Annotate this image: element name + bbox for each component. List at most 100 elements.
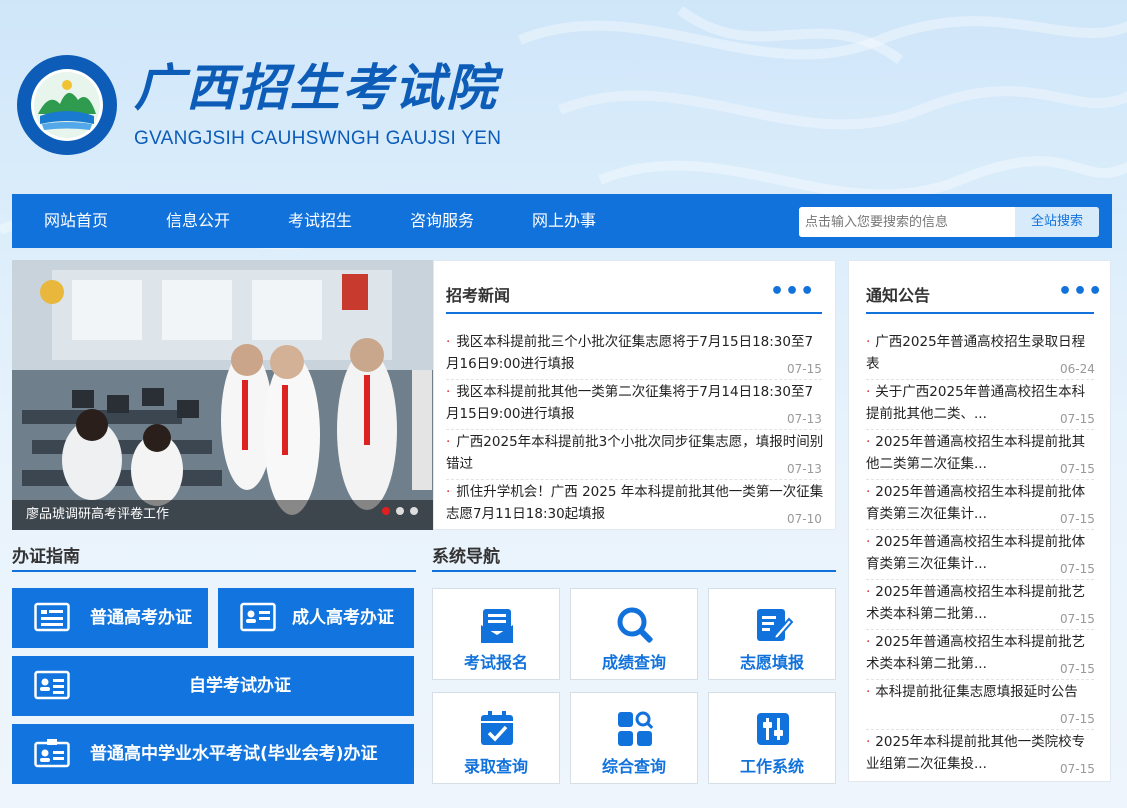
notice-more-button[interactable]: ••• [1058,281,1103,303]
notice-item-date: 06-24 [1060,362,1095,376]
guide-button-high-school[interactable]: 普通高中学业水平考试(毕业会考)办证 [12,724,414,784]
guide-button-label: 普通高中学业水平考试(毕业会考)办证 [90,744,378,764]
slider-dot-1[interactable] [382,507,390,515]
tile-work-system[interactable]: 工作系统 [708,692,836,784]
tile-volunteer-fill[interactable]: 志愿填报 [708,588,836,680]
news-panel-title: 招考新闻 [446,286,511,305]
nav-item-consulting[interactable]: 咨询服务 [410,194,474,248]
system-nav-rule [432,570,836,572]
notice-item-text: 2025年普通高校招生本科提前批体育类第三次征集计... [866,484,1086,522]
news-more-button[interactable]: ••• [770,281,815,303]
notice-panel-title: 通知公告 [866,286,931,305]
site-header: 广西招生考试院 GVANGJSIH CAUHSWNGH GAUJSI YEN [0,0,1127,190]
guide-button-gaokao[interactable]: 普通高考办证 [12,588,208,648]
guide-button-self-study[interactable]: 自学考试办证 [12,656,414,716]
tile-label: 综合查询 [601,757,666,776]
slide-caption-bar: 廖品琥调研高考评卷工作 [12,500,433,530]
news-item[interactable]: · 广西2025年本科提前批3个小批次同步征集志愿，填报时间别错过 [446,431,824,475]
divider [866,579,1094,580]
tile-label: 志愿填报 [739,653,804,672]
bullet-icon: · [866,384,871,400]
news-title-rule [446,312,822,314]
guide-button-adult[interactable]: 成人高考办证 [218,588,414,648]
bullet-icon: · [446,434,451,450]
notice-item-date: 07-15 [1060,662,1095,676]
notice-item-text: 2025年普通高校招生本科提前批艺术类本科第二批第... [866,584,1086,622]
search-score-icon [617,607,653,643]
sliders-icon [757,713,789,745]
news-item-text: 抓住升学机会！广西 2025 年本科提前批其他一类第一次征集志愿7月11日18:… [446,484,824,522]
tile-exam-registration[interactable]: 考试报名 [432,588,560,680]
guide-section-rule [12,570,416,572]
notice-item-date: 07-15 [1060,612,1095,626]
bullet-icon: · [866,584,871,600]
tile-label: 工作系统 [739,757,804,776]
news-slider[interactable]: 廖品琥调研高考评卷工作 [12,260,433,530]
bullet-icon: · [866,434,871,450]
search-input[interactable] [799,207,1015,237]
divider [446,479,822,480]
bullet-icon: · [446,334,451,350]
news-item[interactable]: · 我区本科提前批三个小批次征集志愿将于7月15日18:30至7月16日9:00进… [446,331,824,375]
site-subtitle: GVANGJSIH CAUHSWNGH GAUJSI YEN [134,128,502,149]
id-card-icon [34,670,70,700]
notice-item-text: 2025年普通高校招生本科提前批体育类第三次征集计... [866,534,1086,572]
notice-item-date: 07-15 [1060,512,1095,526]
news-item-date: 07-10 [787,512,822,526]
registration-icon [481,609,513,643]
divider [866,479,1094,480]
slide-photo [12,260,433,530]
badge-icon [34,739,70,768]
guide-button-label: 普通高考办证 [90,608,192,628]
bullet-icon: · [866,484,871,500]
nav-item-online-services[interactable]: 网上办事 [532,194,596,248]
calendar-check-icon [481,711,513,745]
bullet-icon: · [446,484,451,500]
bullet-icon: · [866,634,871,650]
site-title: 广西招生考试院 [134,58,498,117]
divider [866,429,1094,430]
slider-dot-2[interactable] [396,507,404,515]
notice-item-text: 关于广西2025年普通高校招生本科提前批其他二类、... [866,384,1086,422]
id-card-icon [240,602,276,632]
divider [446,429,822,430]
bullet-icon: · [866,684,871,700]
search-button[interactable]: 全站搜索 [1015,207,1099,237]
notice-item-date: 07-15 [1060,712,1095,726]
nav-item-exam-admission[interactable]: 考试招生 [288,194,352,248]
divider [866,729,1094,730]
guide-section-title: 办证指南 [12,547,80,567]
guide-button-label: 成人高考办证 [292,608,394,628]
tile-admission-query[interactable]: 录取查询 [432,692,560,784]
form-edit-icon [757,609,793,641]
notice-item-text: 广西2025年普通高校招生录取日程表 [866,334,1086,372]
slider-dot-3[interactable] [410,507,418,515]
notice-item-text: 2025年本科提前批其他一类院校专业组第二次征集投... [866,734,1086,772]
system-nav-title: 系统导航 [432,547,500,567]
bullet-icon: · [446,384,451,400]
tile-label: 成绩查询 [601,653,666,672]
tile-label: 考试报名 [463,653,528,672]
news-item-text: 我区本科提前批三个小批次征集志愿将于7月15日18:30至7月16日9:00进行… [446,334,814,372]
tile-comprehensive-query[interactable]: 综合查询 [570,692,698,784]
divider [866,379,1094,380]
notice-title-rule [866,312,1094,314]
notice-item-date: 07-15 [1060,462,1095,476]
divider [866,679,1094,680]
bullet-icon: · [866,534,871,550]
grid-search-icon [618,711,654,746]
logo-emblem[interactable] [16,54,118,156]
notice-item-text: 2025年普通高校招生本科提前批其他二类第二次征集... [866,434,1086,472]
divider [866,629,1094,630]
news-item[interactable]: · 抓住升学机会！广西 2025 年本科提前批其他一类第一次征集志愿7月11日18… [446,481,824,525]
nav-item-home[interactable]: 网站首页 [44,194,108,248]
guide-button-label: 自学考试办证 [189,676,291,696]
notice-item[interactable]: · 本科提前批征集志愿填报延时公告 [866,681,1096,703]
tile-score-query[interactable]: 成绩查询 [570,588,698,680]
news-item-text: 广西2025年本科提前批3个小批次同步征集志愿，填报时间别错过 [446,434,824,472]
slide-caption[interactable]: 廖品琥调研高考评卷工作 [26,500,169,530]
nav-item-info-disclosure[interactable]: 信息公开 [166,194,230,248]
bullet-icon: · [866,734,871,750]
news-item-date: 07-13 [787,462,822,476]
news-item[interactable]: · 我区本科提前批其他一类第二次征集将于7月14日18:30至7月15日9:00进… [446,381,824,425]
